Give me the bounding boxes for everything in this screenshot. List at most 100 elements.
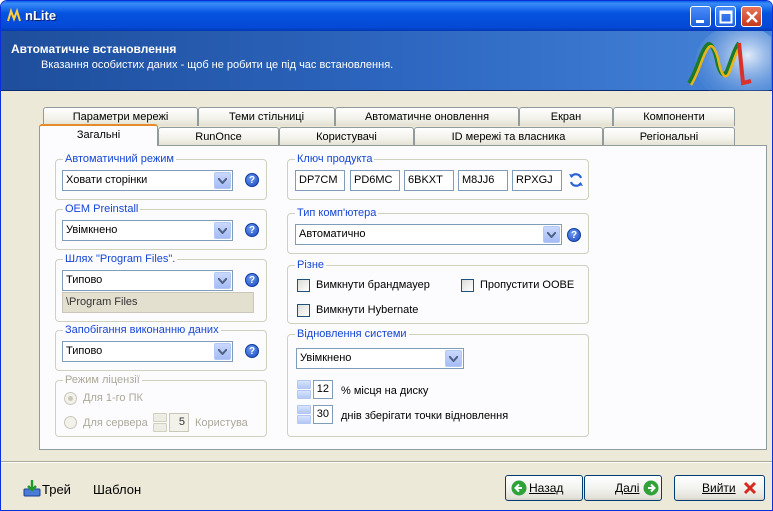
- exit-button[interactable]: Вийти: [674, 475, 765, 501]
- product-key-label: Ключ продукта: [295, 153, 375, 165]
- chevron-down-icon[interactable]: [214, 222, 231, 239]
- program-files-label: Шлях "Program Files".: [63, 253, 178, 265]
- dep-value: Типово: [66, 345, 103, 357]
- restore-days-field[interactable]: 30: [313, 405, 333, 424]
- dep-label: Запобігання виконанню даних: [63, 324, 221, 336]
- license-mode-label: Режим ліцензії: [63, 374, 142, 386]
- help-icon[interactable]: ?: [245, 173, 259, 187]
- minimize-icon: [696, 20, 704, 23]
- chevron-down-icon[interactable]: [543, 226, 560, 243]
- tray-link[interactable]: Трей: [42, 482, 71, 497]
- close-icon: [743, 481, 757, 495]
- help-icon[interactable]: ?: [567, 228, 581, 242]
- chevron-down-icon[interactable]: [214, 343, 231, 360]
- help-icon[interactable]: ?: [245, 344, 259, 358]
- system-restore-value: Увімкнено: [300, 352, 352, 364]
- refresh-icon[interactable]: [568, 172, 584, 188]
- next-button[interactable]: Далі: [584, 475, 662, 501]
- disk-percent-field[interactable]: 12: [313, 380, 333, 399]
- tab-regional[interactable]: Регіональні: [603, 127, 735, 146]
- tab-display[interactable]: Екран: [519, 107, 613, 126]
- system-restore-label: Відновлення системи: [295, 328, 409, 340]
- computer-type-group: Тип комп'ютера Автоматично ?: [287, 207, 589, 254]
- product-key-part-4[interactable]: M8JJ6: [458, 170, 508, 191]
- next-label: Далі: [615, 481, 640, 495]
- chevron-down-icon[interactable]: [214, 172, 231, 189]
- product-key-part-1[interactable]: DP7CM: [295, 170, 345, 191]
- program-files-select[interactable]: Типово: [62, 270, 233, 291]
- oem-preinstall-value: Увімкнено: [66, 224, 118, 236]
- page-header: Автоматичне встановлення Вказання особис…: [1, 31, 772, 91]
- product-key-part-3[interactable]: 6BKXT: [404, 170, 454, 191]
- tray-icon[interactable]: [23, 479, 41, 497]
- program-files-value: Типово: [66, 274, 103, 286]
- license-users-label: Користува: [195, 417, 248, 429]
- tab-components[interactable]: Компоненти: [613, 107, 735, 126]
- tab-users[interactable]: Користувачі: [279, 127, 414, 146]
- license-single-pc-label: Для 1-го ПК: [83, 392, 143, 404]
- minimize-button[interactable]: [690, 6, 711, 27]
- chevron-down-icon[interactable]: [445, 350, 462, 367]
- exit-label: Вийти: [702, 481, 736, 495]
- system-restore-select[interactable]: Увімкнено: [296, 348, 464, 369]
- back-button[interactable]: Назад: [505, 475, 583, 501]
- disable-hibernate-checkbox[interactable]: [297, 304, 310, 317]
- arrow-right-icon: [643, 480, 659, 496]
- restore-days-stepper[interactable]: [297, 405, 311, 424]
- tab-desktop-themes[interactable]: Теми стільниці: [198, 107, 335, 126]
- content-area: Параметри мережі Теми стільниці Автомати…: [7, 97, 767, 452]
- nlite-logo-icon: [687, 31, 771, 91]
- tab-runonce[interactable]: RunOnce: [158, 127, 279, 146]
- skip-oobe-label: Пропустити OOBE: [480, 279, 575, 291]
- computer-type-select[interactable]: Автоматично: [295, 224, 562, 245]
- nlite-app-icon: [7, 8, 21, 22]
- license-single-pc-radio[interactable]: [64, 392, 77, 405]
- tab-network-id-owner[interactable]: ID мережі та власника: [414, 127, 603, 146]
- auto-mode-select[interactable]: Ховати сторінки: [62, 170, 233, 191]
- footer-divider: [1, 461, 772, 463]
- page-subtitle: Вказання особистих даних - щоб не робити…: [41, 59, 394, 71]
- disable-firewall-label: Вимкнути брандмауер: [316, 279, 430, 291]
- program-files-group: Шлях "Program Files". Типово ? \Program …: [55, 253, 267, 322]
- oem-preinstall-label: OEM Preinstall: [63, 203, 141, 215]
- oem-preinstall-select[interactable]: Увімкнено: [62, 220, 233, 241]
- back-label: Назад: [529, 481, 564, 495]
- license-mode-group: Режим ліцензії Для 1-го ПК Для сервера 5…: [55, 374, 267, 437]
- auto-mode-label: Автоматичний режим: [63, 153, 176, 165]
- system-restore-group: Відновлення системи Увімкнено 12 % місця…: [287, 328, 589, 437]
- program-files-path-field[interactable]: \Program Files: [62, 292, 254, 313]
- disable-firewall-checkbox[interactable]: [297, 279, 310, 292]
- disable-hibernate-label: Вимкнути Hybernate: [316, 304, 419, 316]
- product-key-part-5[interactable]: RPXGJ: [512, 170, 562, 191]
- skip-oobe-checkbox[interactable]: [461, 279, 474, 292]
- chevron-down-icon[interactable]: [214, 272, 231, 289]
- page-title: Автоматичне встановлення: [11, 42, 177, 56]
- misc-group: Різне Вимкнути брандмауер Пропустити OOB…: [287, 259, 589, 324]
- close-icon: [746, 11, 758, 23]
- close-button[interactable]: [741, 6, 762, 27]
- license-server-radio[interactable]: [64, 416, 77, 429]
- license-count-stepper[interactable]: [153, 413, 167, 432]
- dep-group: Запобігання виконанню даних Типово ?: [55, 324, 267, 371]
- arrow-left-icon: [511, 480, 527, 496]
- help-icon[interactable]: ?: [245, 223, 259, 237]
- disk-percent-stepper[interactable]: [297, 380, 311, 399]
- computer-type-label: Тип комп'ютера: [295, 207, 379, 219]
- nlite-window: nLite Автоматичне встановлення Вказання …: [0, 0, 773, 511]
- auto-mode-group: Автоматичний режим Ховати сторінки ?: [55, 153, 267, 200]
- template-link[interactable]: Шаблон: [93, 482, 141, 497]
- dep-select[interactable]: Типово: [62, 341, 233, 362]
- tab-general[interactable]: Загальні: [39, 124, 158, 146]
- title-bar[interactable]: nLite: [1, 1, 772, 31]
- help-icon[interactable]: ?: [245, 273, 259, 287]
- window-title: nLite: [25, 8, 57, 23]
- tab-automatic-update[interactable]: Автоматичне оновлення: [335, 107, 519, 126]
- product-key-part-2[interactable]: PD6MC: [350, 170, 400, 191]
- maximize-icon: [719, 10, 733, 24]
- computer-type-value: Автоматично: [299, 228, 366, 240]
- license-server-label: Для сервера: [83, 417, 148, 429]
- misc-label: Різне: [295, 259, 327, 271]
- disk-percent-label: % місця на диску: [341, 385, 429, 397]
- maximize-button[interactable]: [715, 6, 736, 27]
- license-count-field[interactable]: 5: [169, 413, 189, 432]
